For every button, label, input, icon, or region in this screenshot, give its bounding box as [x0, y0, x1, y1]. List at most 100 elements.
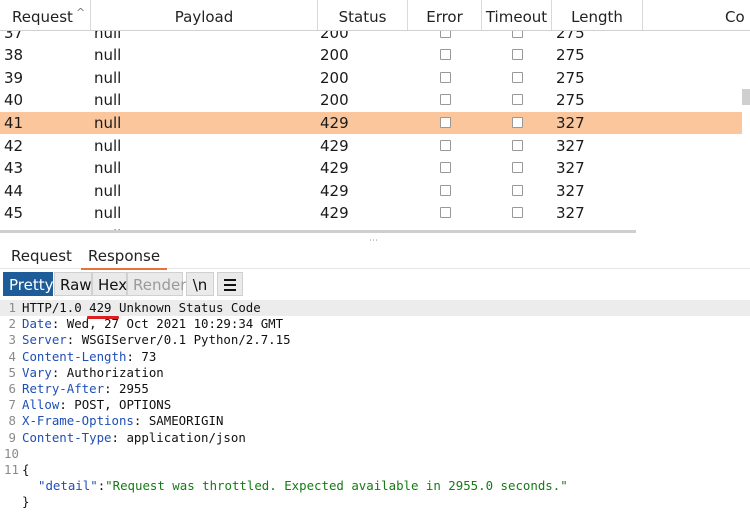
line-number: 9 — [8, 429, 16, 445]
header-name: X-Frame-Options — [22, 413, 134, 429]
cell-status: 429 — [320, 204, 349, 223]
cell-request: 45 — [4, 204, 24, 223]
horizontal-scrollbar[interactable] — [0, 230, 636, 233]
table-row[interactable]: 42 null 429 327 — [0, 135, 742, 158]
code-line: "detail":"Request was throttled. Expecte… — [0, 478, 750, 494]
menu-button[interactable] — [217, 272, 243, 296]
code-content: Allow: POST, OPTIONS — [22, 397, 172, 413]
render-button[interactable]: Render — [127, 272, 186, 296]
cell-request: 42 — [4, 136, 24, 155]
error-checkbox[interactable] — [440, 116, 451, 128]
table-row[interactable]: 44 null 429 327 — [0, 180, 742, 203]
column-header-timeout[interactable]: Timeout — [482, 0, 552, 30]
cell-length: 327 — [556, 113, 585, 132]
table-row[interactable]: 38 null 200 275 — [0, 44, 742, 67]
table-row[interactable]: 39 null 200 275 — [0, 67, 742, 90]
header-name: Date — [22, 316, 52, 332]
code-line: 11{ — [0, 462, 750, 478]
header-value: Authorization — [66, 364, 164, 380]
error-checkbox[interactable] — [440, 162, 451, 174]
column-label-status: Status — [338, 8, 387, 26]
column-header-payload[interactable]: Payload — [91, 0, 318, 30]
error-checkbox[interactable] — [440, 71, 451, 83]
code-content: Retry-After: 2955 — [22, 381, 149, 396]
table-row[interactable]: 41 null 429 327 — [0, 111, 742, 135]
timeout-checkbox[interactable] — [512, 71, 523, 83]
cell-payload: null — [94, 46, 122, 65]
show-newlines-button[interactable]: \n — [186, 272, 214, 296]
code-line: 6 Retry-After: 2955 — [0, 381, 750, 397]
cell-status: 429 — [320, 113, 349, 132]
line-number: 11 — [4, 462, 19, 477]
code-line: 5 Vary: Authorization — [0, 365, 750, 381]
column-label-error: Error — [426, 8, 463, 26]
cell-length: 327 — [556, 159, 585, 178]
header-name: Vary — [22, 364, 52, 380]
json-value: "Request was throttled. Expected availab… — [105, 478, 568, 494]
timeout-checkbox[interactable] — [512, 94, 523, 106]
code-content: } — [22, 494, 29, 510]
line-number: 6 — [8, 381, 16, 396]
column-header-length[interactable]: Length — [552, 0, 643, 30]
line-number: 4 — [8, 348, 16, 364]
timeout-checkbox[interactable] — [512, 139, 523, 151]
table-header: Request ^ Payload Status Error Timeout Le… — [0, 0, 750, 31]
code-line: 1 HTTP/1.0 429 Unknown Status Code — [0, 300, 750, 316]
json-close-brace: } — [22, 494, 30, 510]
code-line: 9 Content-Type: application/json — [0, 430, 750, 446]
error-checkbox[interactable] — [440, 184, 451, 196]
error-checkbox[interactable] — [440, 49, 451, 61]
status-text: Unknown Status Code — [111, 300, 261, 315]
code-content: { — [22, 462, 29, 478]
timeout-checkbox[interactable] — [512, 49, 523, 61]
raw-button[interactable]: Raw — [54, 272, 92, 296]
header-name: Content-Type — [22, 429, 112, 445]
table-row[interactable]: 45 null 429 327 — [0, 202, 742, 225]
header-value: POST, OPTIONS — [74, 397, 172, 413]
column-header-error[interactable]: Error — [408, 0, 482, 30]
code-content: Server: WSGIServer/0.1 Python/2.7.15 — [22, 332, 291, 348]
code-line: 7 Allow: POST, OPTIONS — [0, 397, 750, 413]
response-editor[interactable]: 1 HTTP/1.0 429 Unknown Status Code 2 Date: … — [0, 300, 750, 523]
cell-status: 429 — [320, 136, 349, 155]
timeout-checkbox[interactable] — [512, 116, 523, 128]
hamburger-icon — [224, 279, 236, 294]
table-row[interactable]: 43 null 429 327 — [0, 157, 742, 180]
results-table: Request ^ Payload Status Error Timeout Le… — [0, 0, 750, 233]
timeout-checkbox[interactable] — [512, 162, 523, 174]
json-open-brace: { — [22, 462, 30, 477]
vertical-scrollbar[interactable] — [742, 89, 750, 105]
header-value: SAMEORIGIN — [148, 413, 224, 429]
error-checkbox[interactable] — [440, 94, 451, 106]
code-line: 10 — [0, 446, 750, 462]
code-line: 4 Content-Length: 73 — [0, 349, 750, 365]
cell-payload: null — [94, 136, 122, 155]
line-number: 3 — [8, 332, 16, 348]
header-name: Allow — [22, 397, 60, 413]
error-checkbox[interactable] — [440, 139, 451, 151]
status-code: 429 — [89, 300, 112, 315]
code-line: } — [0, 494, 750, 510]
cell-status: 429 — [320, 181, 349, 200]
code-content: Content-Type: application/json — [22, 429, 246, 445]
pretty-button[interactable]: Pretty — [3, 272, 54, 296]
cell-payload: null — [94, 181, 122, 200]
cell-length: 275 — [556, 68, 585, 87]
column-header-request[interactable]: Request ^ — [0, 0, 91, 30]
table-row[interactable]: 40 null 200 275 — [0, 89, 742, 112]
column-header-comment[interactable]: Co — [643, 0, 750, 30]
header-value: WSGIServer/0.1 Python/2.7.15 — [81, 332, 291, 348]
cell-payload: null — [94, 113, 122, 132]
column-header-status[interactable]: Status — [318, 0, 408, 30]
tab-request[interactable]: Request — [11, 244, 72, 268]
hex-button[interactable]: Hex — [92, 272, 127, 296]
code-line: 3 Server: WSGIServer/0.1 Python/2.7.15 — [0, 332, 750, 348]
tab-response[interactable]: Response — [81, 244, 168, 270]
cell-request: 43 — [4, 159, 24, 178]
line-number: 5 — [8, 364, 16, 380]
code-line: 8 X-Frame-Options: SAMEORIGIN — [0, 413, 750, 429]
cell-status: 200 — [320, 46, 349, 65]
error-checkbox[interactable] — [440, 207, 451, 219]
timeout-checkbox[interactable] — [512, 184, 523, 196]
timeout-checkbox[interactable] — [512, 207, 523, 219]
